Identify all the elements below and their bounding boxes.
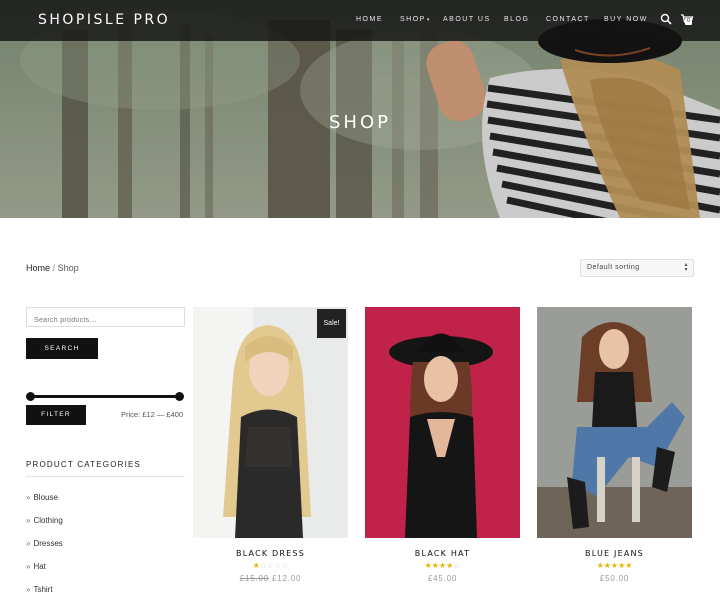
category-link-tshirt[interactable]: » Tshirt	[26, 585, 53, 594]
sort-select[interactable]: Default sorting ▴ ▾	[580, 259, 694, 277]
star-icon: ☆	[453, 561, 461, 570]
price-slider-max-handle[interactable]	[175, 392, 184, 401]
nav-item-blog[interactable]: BLOG	[504, 16, 529, 23]
category-link-hat[interactable]: » Hat	[26, 562, 46, 571]
category-label: Clothing	[33, 516, 63, 525]
chevron-down-icon: ▾	[426, 17, 431, 23]
product-image-black-hat[interactable]	[365, 307, 520, 538]
category-link-dresses[interactable]: » Dresses	[26, 539, 63, 548]
nav-item-shop[interactable]: SHOP▾	[400, 16, 431, 23]
old-price: £15.00	[239, 574, 269, 583]
category-link-clothing[interactable]: » Clothing	[26, 516, 63, 525]
bullet-icon: »	[26, 539, 31, 548]
categories-heading: PRODUCT CATEGORIES	[26, 460, 142, 469]
star-icon: ★	[610, 561, 619, 570]
category-label: Tshirt	[33, 585, 53, 594]
current-price: £50.00	[599, 574, 630, 583]
star-icon: ★	[424, 561, 432, 570]
nav-item-contact[interactable]: CONTACT	[546, 16, 590, 23]
star-icon: ★	[603, 561, 611, 570]
product-title-black-dress[interactable]: BLACK DRESS	[193, 549, 348, 558]
bullet-icon: »	[26, 493, 31, 502]
product-image-black-dress[interactable]	[193, 307, 348, 538]
breadcrumb-home-link[interactable]: Home	[26, 263, 50, 273]
breadcrumb-current: Shop	[57, 263, 79, 273]
star-icon: ☆	[259, 561, 267, 570]
star-rating: ★★★★★	[537, 561, 692, 570]
star-icon: ★	[625, 561, 633, 570]
price-slider-min-handle[interactable]	[26, 392, 35, 401]
bullet-icon: »	[26, 585, 31, 594]
product-title-blue-jeans[interactable]: BLUE JEANS	[537, 549, 692, 558]
nav-item-shop-label: SHOP	[400, 16, 426, 23]
star-icon: ★	[252, 561, 260, 570]
nav-item-about-us[interactable]: ABOUT US	[443, 16, 491, 23]
bullet-icon: »	[26, 562, 31, 571]
product-price: £15.00 £12.00	[193, 574, 348, 583]
star-rating: ★★★★☆	[365, 561, 520, 570]
category-label: Dresses	[33, 539, 63, 548]
star-icon: ☆	[266, 561, 275, 570]
search-icon[interactable]	[660, 13, 672, 25]
product-price: £45.00	[365, 574, 520, 583]
star-icon: ★	[596, 561, 604, 570]
nav-item-home[interactable]: HOME	[356, 16, 383, 23]
product-title-black-hat[interactable]: BLACK HAT	[365, 549, 520, 558]
filter-button[interactable]: FILTER	[26, 405, 86, 425]
nav-item-buy-now[interactable]: BUY NOW	[604, 16, 648, 23]
price-range-label: Price: £12 — £400	[121, 410, 184, 419]
page-title: SHOP	[329, 112, 391, 133]
categories-divider	[26, 476, 185, 477]
current-price: £12.00	[272, 574, 302, 583]
star-icon: ☆	[281, 561, 289, 570]
star-rating: ★☆☆☆☆	[193, 561, 348, 570]
current-price: £45.00	[427, 574, 458, 583]
breadcrumb-separator: /	[52, 263, 56, 273]
select-arrows-icon: ▴ ▾	[684, 262, 688, 273]
product-price: £50.00	[537, 574, 692, 583]
top-navbar: SHOPISLE PRO HOME SHOP▾ ABOUT US BLOG CO…	[0, 0, 720, 41]
category-label: Hat	[33, 562, 46, 571]
site-logo[interactable]: SHOPISLE PRO	[38, 12, 170, 28]
star-icon: ★	[438, 561, 447, 570]
search-button[interactable]: SEARCH	[26, 338, 98, 359]
star-icon: ★	[431, 561, 439, 570]
sort-select-value: Default sorting	[587, 264, 640, 271]
product-image-blue-jeans[interactable]	[537, 307, 692, 538]
category-label: Blouse	[33, 493, 58, 502]
cart-count-badge: 0	[685, 18, 692, 25]
product-search-input[interactable]	[26, 307, 185, 327]
bullet-icon: »	[26, 516, 31, 525]
sale-badge: Sale!	[317, 309, 346, 338]
breadcrumb: Home / Shop	[26, 263, 79, 273]
category-link-blouse[interactable]: » Blouse	[26, 493, 58, 502]
price-slider-range	[30, 395, 180, 398]
